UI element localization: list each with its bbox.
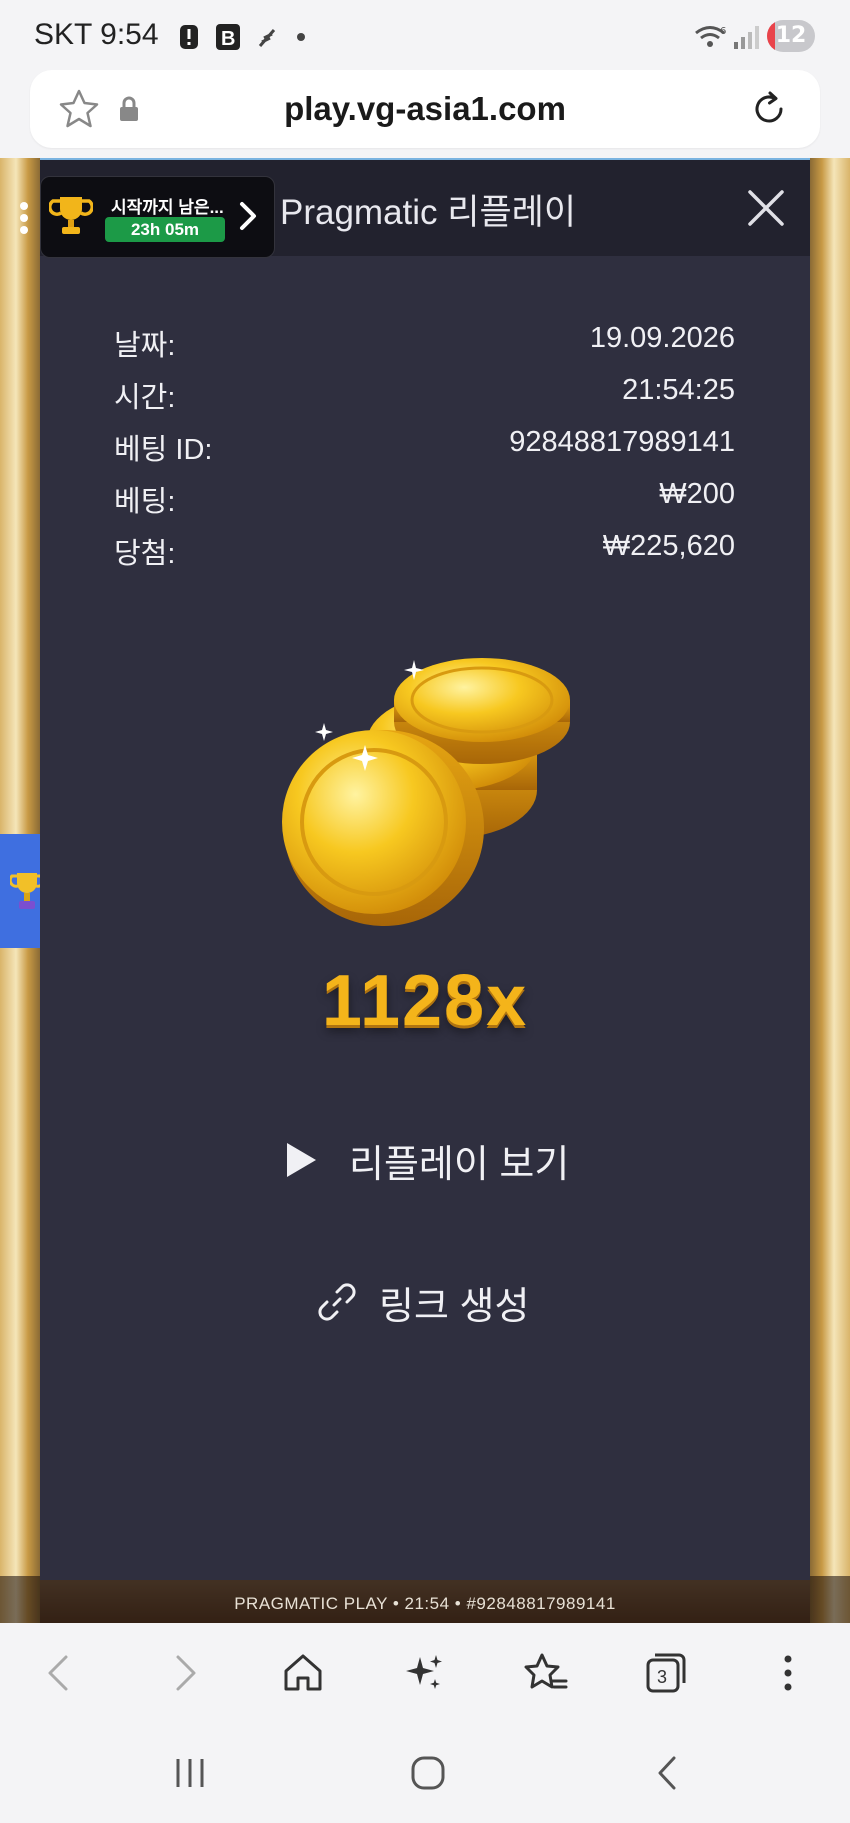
bet-id-value: 92848817989141 [509, 426, 735, 458]
bet-value: ₩200 [659, 478, 735, 510]
url-text[interactable]: play.vg-asia1.com [30, 90, 820, 128]
watch-replay-label: 리플레이 보기 [349, 1143, 570, 1186]
win-label: 당첨: [114, 538, 176, 570]
tournament-timer: 23h 05m [105, 217, 225, 242]
b-app-icon: B [216, 24, 240, 50]
win-multiplier: 1128x [321, 961, 529, 1041]
home-button-icon[interactable] [408, 1753, 448, 1793]
battery-level: 12 [775, 23, 807, 48]
play-icon [287, 1143, 316, 1177]
reload-icon[interactable] [748, 88, 790, 130]
signal-icon [734, 26, 759, 49]
svg-text:B: B [221, 28, 235, 50]
trophy-icon [49, 197, 93, 234]
carrier-time: SKT 9:54 [34, 18, 159, 51]
link-icon [318, 1283, 356, 1321]
create-link-label: 링크 생성 [379, 1285, 530, 1328]
watch-replay-button[interactable]: 리플레이 보기 [283, 1130, 569, 1190]
right-pillar [810, 158, 850, 1623]
tournament-badge[interactable]: 시작까지 남은... 23h 05m [40, 176, 275, 258]
bet-id-label: 베팅 ID: [114, 434, 213, 466]
modal-title: Pragmatic 리플레이 [280, 193, 577, 232]
svg-text:6: 6 [720, 26, 726, 37]
wifi-icon: 6 [695, 26, 726, 47]
more-options-icon[interactable] [14, 200, 38, 236]
create-link-button[interactable]: 링크 생성 [317, 1272, 529, 1332]
svg-text:3: 3 [657, 1667, 667, 1687]
forward-arrow-icon[interactable] [162, 1651, 206, 1695]
win-value: ₩225,620 [602, 530, 735, 562]
time-label: 시간: [114, 382, 176, 414]
alert-icon [180, 25, 198, 49]
status-bar: SKT 9:54 B 6 12 [0, 0, 850, 70]
tabs-icon[interactable]: 3 [644, 1651, 688, 1695]
time-value: 21:54:25 [622, 374, 735, 406]
menu-icon[interactable] [766, 1651, 810, 1695]
ai-sparkle-icon[interactable] [402, 1651, 446, 1695]
bet-label: 베팅: [114, 486, 176, 518]
tournament-title: 시작까지 남은... [111, 198, 224, 217]
system-back-icon[interactable] [648, 1753, 688, 1793]
close-icon[interactable] [740, 182, 792, 234]
trophy-icon [10, 873, 44, 909]
chevron-right-icon [240, 202, 256, 230]
bookmarks-icon[interactable] [524, 1651, 568, 1695]
date-value: 19.09.2026 [589, 322, 735, 354]
more-notifications-icon [297, 33, 305, 41]
browser-toolbar: 3 [0, 1623, 850, 1723]
recent-apps-icon[interactable] [170, 1753, 210, 1793]
system-navigation [0, 1723, 850, 1823]
battery-indicator: 12 [767, 20, 815, 52]
date-label: 날짜: [114, 330, 176, 362]
home-icon[interactable] [281, 1651, 325, 1695]
feather-icon [258, 29, 276, 47]
game-footer-text: PRAGMATIC PLAY • 21:54 • #92848817989141 [234, 1594, 616, 1613]
back-arrow-icon[interactable] [38, 1651, 82, 1695]
gold-coins-icon [282, 658, 570, 926]
url-bar[interactable]: play.vg-asia1.com [30, 70, 820, 148]
